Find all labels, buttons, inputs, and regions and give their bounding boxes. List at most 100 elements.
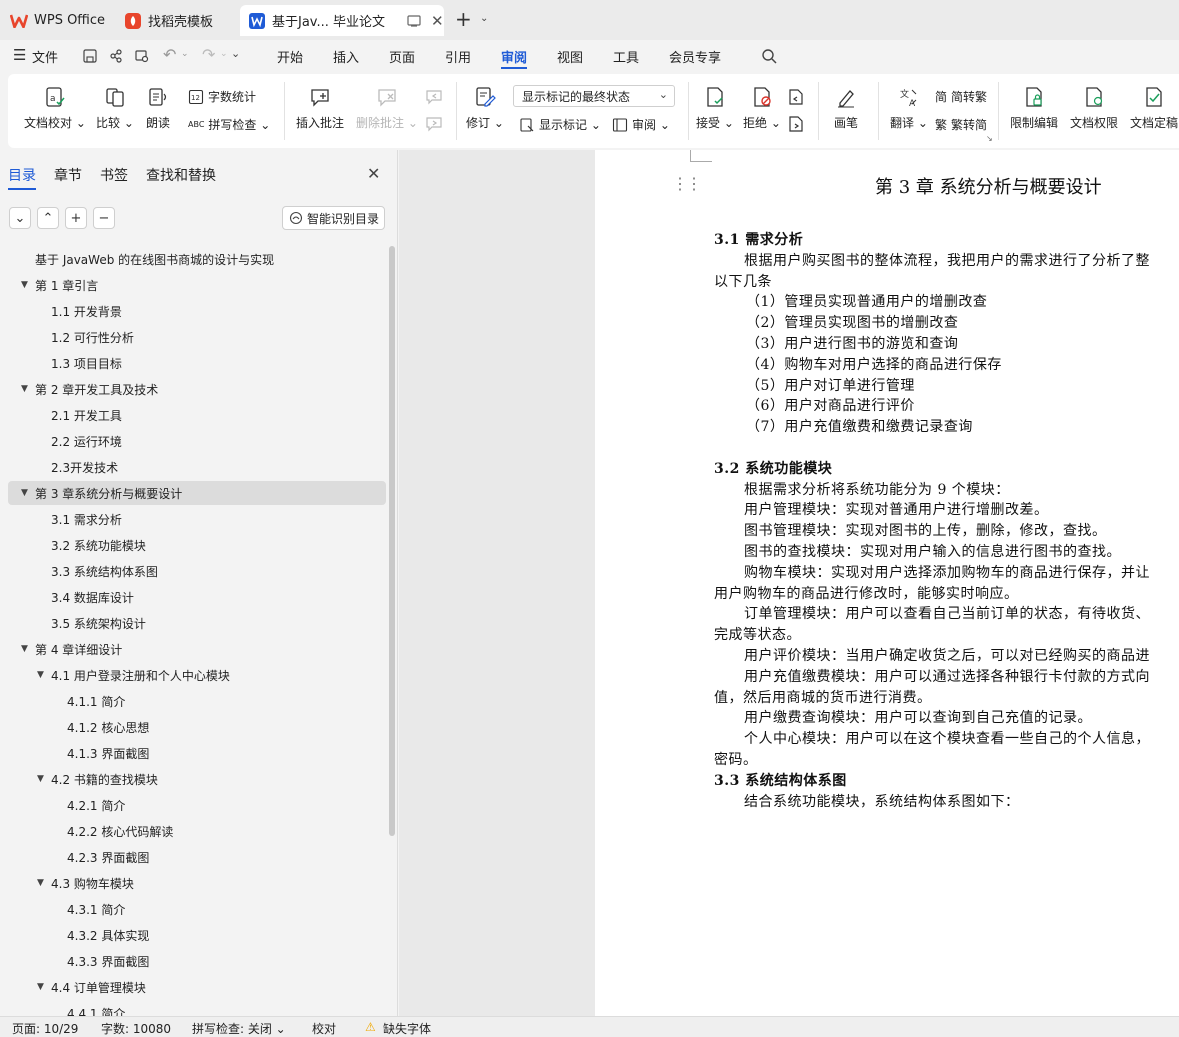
toc-item[interactable]: ▼ 第 2 章开发工具及技术 xyxy=(0,377,390,401)
expand-arrow-icon[interactable]: ▼ xyxy=(21,280,28,290)
page-indicator[interactable]: 页面: 10/29 xyxy=(12,1020,78,1037)
toc-item[interactable]: ▼ 第 4 章详细设计 xyxy=(0,637,390,661)
to-simplified-button[interactable]: 繁 繁转简 xyxy=(935,116,987,133)
previous-change-icon[interactable] xyxy=(787,88,805,106)
expand-arrow-icon[interactable]: ▼ xyxy=(37,982,44,992)
menu-page[interactable]: 页面 xyxy=(389,47,415,66)
show-markup-button[interactable]: 显示标记 ⌄ xyxy=(519,116,601,133)
toc-item[interactable]: 4.2.1 简介 xyxy=(0,793,390,817)
toc-item[interactable]: 2.1 开发工具 xyxy=(0,403,390,427)
reject-button[interactable]: 拒绝 ⌄ xyxy=(743,86,781,131)
previous-comment-icon[interactable] xyxy=(425,88,443,106)
translate-button[interactable]: 文A 翻译 ⌄ xyxy=(890,86,928,131)
expand-arrow-icon[interactable]: ▼ xyxy=(21,644,28,654)
toc-item[interactable]: ▼ 4.1 用户登录注册和个人中心模块 xyxy=(0,663,390,687)
dialog-launcher-icon[interactable]: ↘ xyxy=(986,134,993,143)
insert-comment-button[interactable]: 插入批注 xyxy=(296,86,344,131)
menu-start[interactable]: 开始 xyxy=(277,47,303,66)
review-pane-button[interactable]: 审阅 ⌄ xyxy=(612,116,670,133)
toc-item[interactable]: 4.1.3 界面截图 xyxy=(0,741,390,765)
restrict-editing-button[interactable]: 限制编辑 xyxy=(1010,86,1058,131)
toc-item[interactable]: 3.4 数据库设计 xyxy=(0,585,390,609)
menu-view[interactable]: 视图 xyxy=(557,47,583,66)
ink-button[interactable]: 画笔 xyxy=(834,86,858,131)
close-icon[interactable]: ✕ xyxy=(367,164,380,183)
toc-item[interactable]: 4.1.1 简介 xyxy=(0,689,390,713)
expand-arrow-icon[interactable]: ▼ xyxy=(21,488,28,498)
to-traditional-button[interactable]: 简 简转繁 xyxy=(935,88,987,105)
toc-item[interactable]: 3.1 需求分析 xyxy=(0,507,390,531)
toc-item[interactable]: 2.3开发技术 xyxy=(0,455,390,479)
search-icon[interactable] xyxy=(761,48,777,64)
toc-item[interactable]: ▼ 第 1 章引言 xyxy=(0,273,390,297)
word-count-button[interactable]: 12 字数统计 xyxy=(188,88,256,105)
save-icon[interactable] xyxy=(82,48,98,64)
collapse-up-button[interactable]: ⌃ xyxy=(37,207,59,229)
menu-insert[interactable]: 插入 xyxy=(333,47,359,66)
toc-item[interactable]: 4.2.3 界面截图 xyxy=(0,845,390,869)
next-change-icon[interactable] xyxy=(787,115,805,133)
new-tab-button[interactable]: + xyxy=(455,7,472,31)
compare-button[interactable]: 比较 ⌄ xyxy=(96,86,134,131)
tab-wps-office[interactable]: WPS Office xyxy=(10,5,110,36)
markup-mode-select[interactable]: 显示标记的最终状态 ⌄ xyxy=(513,85,675,107)
tab-chapters[interactable]: 章节 xyxy=(54,165,82,185)
toc-item[interactable]: 1.3 项目目标 xyxy=(0,351,390,375)
document-permissions-button[interactable]: 文档权限 xyxy=(1070,86,1118,131)
menu-reference[interactable]: 引用 xyxy=(445,47,471,66)
accept-button[interactable]: 接受 ⌄ xyxy=(696,86,734,131)
menu-member[interactable]: 会员专享 xyxy=(669,47,721,66)
expand-down-button[interactable]: ⌄ xyxy=(9,207,31,229)
tab-find-replace[interactable]: 查找和替换 xyxy=(146,165,216,185)
share-icon[interactable] xyxy=(108,48,124,64)
scrollbar-thumb[interactable] xyxy=(389,246,395,836)
undo-dropdown-icon[interactable]: ⌄ xyxy=(181,49,189,59)
word-count[interactable]: 字数: 10080 xyxy=(101,1020,171,1037)
tab-toc[interactable]: 目录 xyxy=(8,165,36,185)
more-icon[interactable]: ⌄ xyxy=(231,47,240,60)
toc-item[interactable]: 2.2 运行环境 xyxy=(0,429,390,453)
toc-item[interactable]: 1.2 可行性分析 xyxy=(0,325,390,349)
toc-item[interactable]: 4.3.1 简介 xyxy=(0,897,390,921)
toc-item[interactable]: 3.3 系统结构体系图 xyxy=(0,559,390,583)
redo-icon[interactable]: ↷ xyxy=(202,45,215,64)
expand-arrow-icon[interactable]: ▼ xyxy=(37,878,44,888)
missing-font-status[interactable]: 缺失字体 xyxy=(383,1020,431,1037)
smart-toc-button[interactable]: 智能识别目录 xyxy=(282,206,385,230)
toc-item[interactable]: 3.2 系统功能模块 xyxy=(0,533,390,557)
close-icon[interactable]: ✕ xyxy=(431,12,444,30)
next-comment-icon[interactable] xyxy=(425,115,443,133)
toc-item[interactable]: 4.2.2 核心代码解读 xyxy=(0,819,390,843)
finalize-document-button[interactable]: 文档定稿 xyxy=(1130,86,1178,131)
toc-item[interactable]: ▼ 4.4 订单管理模块 xyxy=(0,975,390,999)
expand-arrow-icon[interactable]: ▼ xyxy=(37,774,44,784)
track-changes-button[interactable]: 修订 ⌄ xyxy=(466,86,504,131)
spell-check-status[interactable]: 拼写检查: 关闭 ⌄ xyxy=(192,1020,286,1037)
add-heading-button[interactable]: + xyxy=(65,207,87,229)
hamburger-icon[interactable]: ☰ xyxy=(13,46,26,64)
menu-file[interactable]: 文件 xyxy=(32,47,58,66)
window-icon[interactable] xyxy=(407,14,421,27)
toc-item[interactable]: 基于 JavaWeb 的在线图书商城的设计与实现 xyxy=(0,247,390,271)
tab-bookmarks[interactable]: 书签 xyxy=(100,165,128,185)
toc-item[interactable]: ▼ 第 3 章系统分析与概要设计 xyxy=(8,481,386,505)
proofread-status[interactable]: 校对 xyxy=(312,1020,336,1037)
remove-heading-button[interactable]: − xyxy=(93,207,115,229)
toc-item[interactable]: ▼ 4.2 书籍的查找模块 xyxy=(0,767,390,791)
proofread-button[interactable]: a 文档校对 ⌄ xyxy=(24,86,86,131)
spell-check-button[interactable]: ABC 拼写检查 ⌄ xyxy=(188,116,270,133)
toc-item[interactable]: 4.4.1 简介 xyxy=(0,1001,390,1017)
delete-comment-button[interactable]: 删除批注 ⌄ xyxy=(356,86,418,131)
read-aloud-button[interactable]: 朗读 xyxy=(146,86,170,131)
menu-tools[interactable]: 工具 xyxy=(613,47,639,66)
chevron-down-icon[interactable]: ⌄ xyxy=(480,13,488,24)
expand-arrow-icon[interactable]: ▼ xyxy=(21,384,28,394)
toc-item[interactable]: 3.5 系统架构设计 xyxy=(0,611,390,635)
toc-item[interactable]: 4.3.2 具体实现 xyxy=(0,923,390,947)
print-preview-icon[interactable] xyxy=(134,48,150,64)
drag-handle-icon[interactable]: ⋮⋮ xyxy=(672,174,702,193)
toc-item[interactable]: 1.1 开发背景 xyxy=(0,299,390,323)
tab-document[interactable]: 基于Jav... 毕业论文 ✕ xyxy=(240,5,444,36)
redo-dropdown-icon[interactable]: ⌄ xyxy=(220,49,228,59)
toc-item[interactable]: 4.3.3 界面截图 xyxy=(0,949,390,973)
